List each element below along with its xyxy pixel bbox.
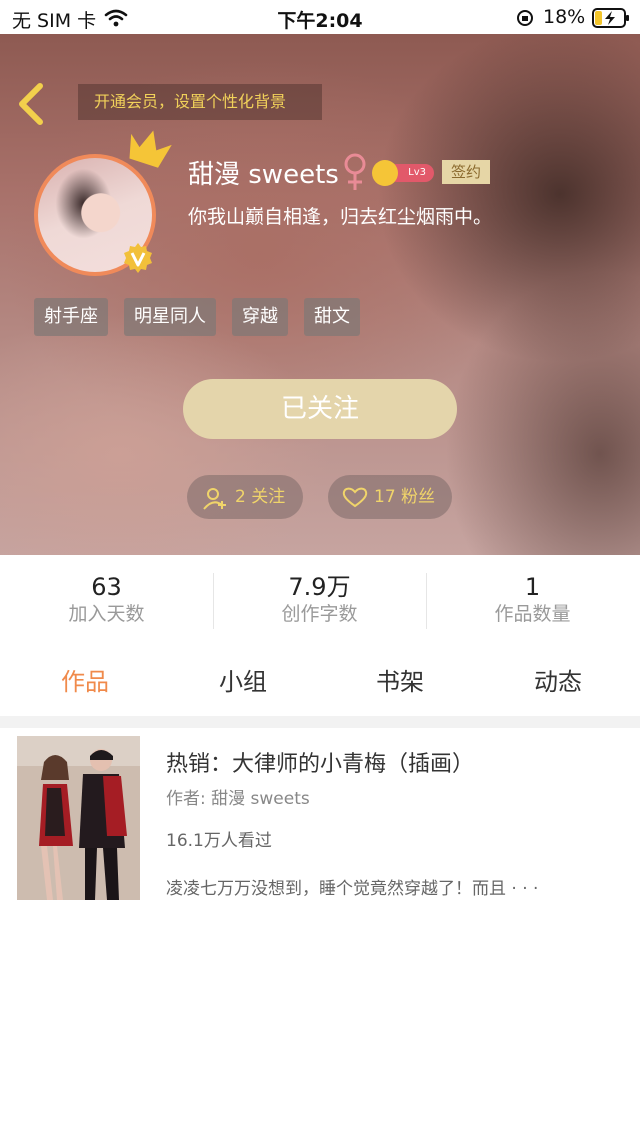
- fans-button[interactable]: 17 粉丝: [328, 475, 452, 519]
- work-cover-image[interactable]: [17, 736, 140, 900]
- status-bar: 无 SIM 卡 下午2:04 18%: [0, 0, 640, 34]
- tag[interactable]: 明星同人: [124, 298, 216, 336]
- cover-illustration: [17, 736, 140, 900]
- stats-bar: 63 加入天数 7.9万 创作字数 1 作品数量: [0, 555, 640, 647]
- username: 甜漫 sweets: [188, 160, 339, 190]
- back-chevron-icon[interactable]: [14, 82, 48, 126]
- level-badge: Lv3: [372, 160, 434, 186]
- female-icon: [344, 153, 366, 190]
- tab-bookshelf[interactable]: 书架: [376, 662, 424, 697]
- rotation-lock-icon: [517, 10, 533, 26]
- heart-icon: [342, 487, 368, 508]
- tab-activity[interactable]: 动态: [534, 662, 582, 697]
- tag[interactable]: 甜文: [304, 298, 360, 336]
- tab-groups[interactable]: 小组: [219, 662, 267, 697]
- work-excerpt: 凌凌七万万没想到，睡个觉竟然穿越了！而且 · · ·: [166, 879, 539, 899]
- tag[interactable]: 射手座: [34, 298, 108, 336]
- level-crown-icon: [372, 160, 398, 186]
- battery-charging-icon: [592, 8, 629, 28]
- battery-percent: 18%: [543, 6, 586, 28]
- stat-value: 1: [524, 573, 541, 601]
- profile-header: 开通会员，设置个性化背景 甜漫 sweets Lv3 签约 你我山巅自相逢，归去…: [0, 34, 640, 555]
- fans-count: 17 粉丝: [374, 487, 436, 507]
- work-title[interactable]: 热销：大律师的小青梅（插画）: [166, 746, 474, 778]
- crown-icon: [129, 130, 172, 168]
- stat-word-count: 7.9万 创作字数: [213, 573, 426, 627]
- tag[interactable]: 穿越: [232, 298, 288, 336]
- work-views: 16.1万人看过: [166, 831, 272, 851]
- stat-label: 创作字数: [281, 603, 358, 625]
- stat-label: 加入天数: [68, 603, 145, 625]
- divider: [0, 716, 640, 728]
- stat-label: 作品数量: [494, 603, 571, 625]
- stat-value: 63: [91, 573, 122, 601]
- member-banner[interactable]: 开通会员，设置个性化背景: [78, 84, 322, 120]
- sign-badge: 签约: [442, 160, 490, 184]
- work-card[interactable]: 热销：大律师的小青梅（插画） 作者: 甜漫 sweets 16.1万人看过 凌凌…: [10, 728, 630, 908]
- stat-value: 7.9万: [288, 573, 351, 601]
- following-button[interactable]: 2 关注: [187, 475, 303, 519]
- add-user-icon: [203, 488, 226, 510]
- work-author: 作者: 甜漫 sweets: [166, 789, 310, 809]
- follow-button[interactable]: 已关注: [183, 379, 457, 439]
- tab-works[interactable]: 作品: [61, 662, 109, 697]
- vip-v-icon: [124, 243, 152, 273]
- following-count: 2 关注: [235, 487, 286, 507]
- bio: 你我山巅自相逢，归去红尘烟雨中。: [188, 206, 493, 228]
- stat-works-count: 1 作品数量: [426, 573, 639, 627]
- tag-list: 射手座 明星同人 穿越 甜文: [34, 298, 360, 336]
- avatar-container[interactable]: [34, 130, 172, 276]
- stat-join-days: 63 加入天数: [0, 573, 213, 627]
- tab-bar: 作品 小组 书架 动态: [0, 648, 640, 718]
